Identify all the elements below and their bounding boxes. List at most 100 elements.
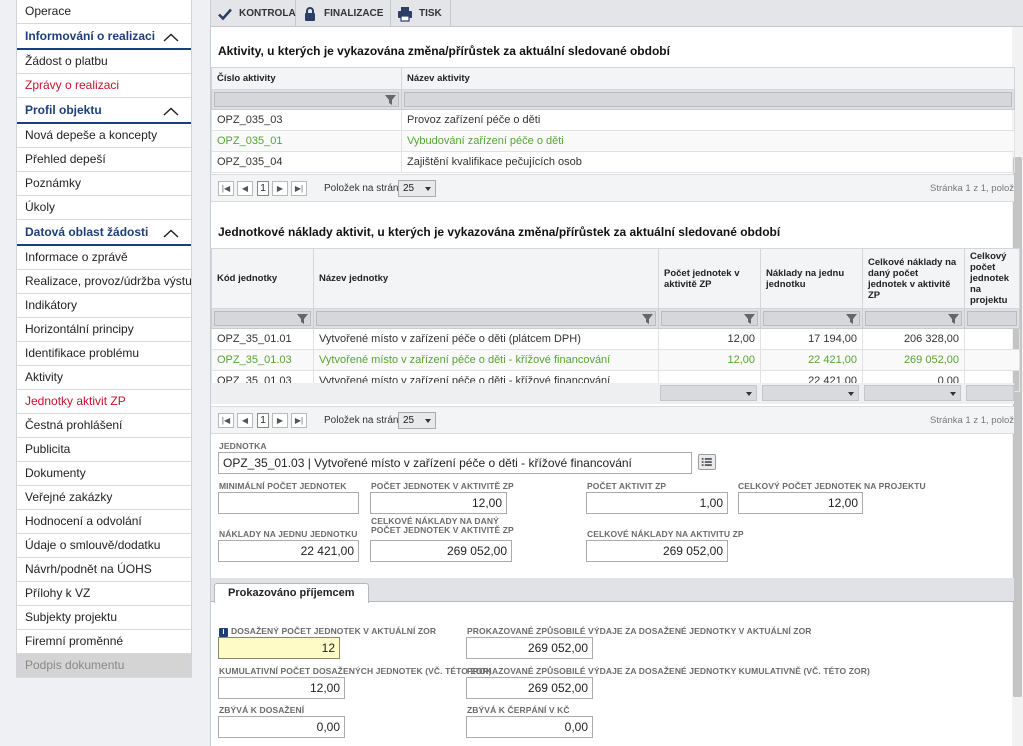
tisk-button[interactable]: TISK <box>391 0 451 27</box>
next-page-button[interactable]: ▶ <box>272 181 288 196</box>
achieved-count-field[interactable]: 12 <box>218 637 340 659</box>
sidebar-item-label: Návrh/podnět na ÚOHS <box>25 562 152 576</box>
sidebar-item-zadost-o-platbu[interactable]: Žádost o platbu <box>17 50 191 74</box>
last-page-button[interactable]: ▶| <box>291 181 307 196</box>
sidebar-item-dokumenty[interactable]: Dokumenty <box>17 462 191 486</box>
prev-page-button[interactable]: ◀ <box>237 181 253 196</box>
col-header-name[interactable]: Název aktivity <box>401 67 1015 90</box>
page-number[interactable]: 1 <box>257 413 269 428</box>
total-cost-field[interactable]: 269 052,00 <box>370 540 512 562</box>
filter-input[interactable] <box>763 311 860 326</box>
page-number[interactable]: 1 <box>257 181 269 196</box>
sidebar-item-prilohy-k-vz[interactable]: Přílohy k VZ <box>17 582 191 606</box>
sidebar-section-profil-objektu[interactable]: Profil objektu <box>17 98 191 124</box>
project-count-field[interactable]: 12,00 <box>738 492 863 514</box>
filter-input[interactable] <box>404 92 1012 107</box>
funnel-icon[interactable] <box>642 314 653 324</box>
sidebar-item-poznamky[interactable]: Poznámky <box>17 172 191 196</box>
summary-select[interactable] <box>762 385 859 401</box>
col-header-unit-name[interactable]: Název jednotky <box>313 248 659 309</box>
sidebar-item-horizontalni-principy[interactable]: Horizontální principy <box>17 318 191 342</box>
sidebar-item-nova-depese-a-koncepty[interactable]: Nová depeše a koncepty <box>17 124 191 148</box>
filter-input[interactable] <box>214 311 311 326</box>
sidebar-item-publicita[interactable]: Publicita <box>17 438 191 462</box>
summary-select[interactable] <box>864 385 961 401</box>
unit-count-field[interactable]: 12,00 <box>370 492 507 514</box>
scrollbar-thumb[interactable] <box>1013 157 1022 697</box>
expenses-field[interactable]: 269 052,00 <box>466 637 593 659</box>
funnel-icon[interactable] <box>846 314 857 324</box>
kontrola-button[interactable]: KONTROLA <box>211 0 296 27</box>
min-count-field[interactable] <box>218 492 359 514</box>
activity-count-field[interactable]: 1,00 <box>586 492 728 514</box>
sidebar-item-subjekty-projektu[interactable]: Subjekty projektu <box>17 606 191 630</box>
chevron-up-icon[interactable] <box>163 107 179 116</box>
jednotka-field[interactable]: OPZ_35_01.03 | Vytvořené místo v zařízen… <box>218 452 692 474</box>
tab-prokazovano[interactable]: Prokazováno příjemcem <box>214 583 369 603</box>
sidebar-item-indikatory[interactable]: Indikátory <box>17 294 191 318</box>
col-header-code[interactable]: Číslo aktivity <box>211 67 402 90</box>
funnel-icon[interactable] <box>385 95 396 105</box>
info-icon[interactable]: i <box>219 628 228 637</box>
filter-input[interactable] <box>865 311 962 326</box>
sidebar-item-jednotky-aktivit-zp[interactable]: Jednotky aktivit ZP <box>17 390 191 414</box>
sidebar-item-prehled-depesi[interactable]: Přehled depeší <box>17 148 191 172</box>
col-header-unit-count[interactable]: Počet jednotek v aktivitě ZP <box>658 248 761 309</box>
table-row[interactable]: OPZ_035_01 Vybudování zařízení péče o dět… <box>211 130 1015 152</box>
table-row[interactable]: OPZ_35_01.03 Vytvořené místo v zařízení p… <box>211 349 1020 371</box>
sidebar-item-label: Publicita <box>25 442 71 456</box>
sidebar-item-udaje-o-smlouve-dodatku[interactable]: Údaje o smlouvě/dodatku <box>17 534 191 558</box>
funnel-icon[interactable] <box>948 314 959 324</box>
prev-page-button[interactable]: ◀ <box>237 413 253 428</box>
sidebar-item-operace[interactable]: Operace <box>17 0 191 24</box>
activity-total-field[interactable]: 269 052,00 <box>586 540 728 562</box>
next-page-button[interactable]: ▶ <box>272 413 288 428</box>
summary-select[interactable] <box>966 385 1014 401</box>
sidebar-item-navrh-podnet-na-uohs[interactable]: Návrh/podnět na ÚOHS <box>17 558 191 582</box>
col-header-unit-proj[interactable]: Celkový počet jednotek na projektu <box>964 248 1020 309</box>
chevron-up-icon[interactable] <box>163 229 179 238</box>
per-page-select[interactable]: 25 <box>398 180 436 197</box>
first-page-button[interactable]: |◀ <box>218 413 234 428</box>
sidebar-section-datova-oblast-zadosti[interactable]: Datová oblast žádosti <box>17 220 191 246</box>
filter-input[interactable] <box>967 311 1017 326</box>
funnel-icon[interactable] <box>297 314 308 324</box>
filter-input[interactable] <box>661 311 758 326</box>
table-row[interactable]: OPZ_035_04 Zajištění kvalifikace pečující… <box>211 151 1015 173</box>
cumulative-expenses-field[interactable]: 269 052,00 <box>466 677 593 699</box>
per-page-select[interactable]: 25 <box>398 412 436 429</box>
remaining-field[interactable]: 0,00 <box>218 716 345 738</box>
remaining-kc-field[interactable]: 0,00 <box>466 716 593 738</box>
filter-input[interactable] <box>316 311 656 326</box>
table-row[interactable]: OPZ_35_01.01 Vytvořené místo v zařízení p… <box>211 328 1020 350</box>
finalizace-button[interactable]: FINALIZACE <box>296 0 391 27</box>
summary-select[interactable] <box>660 385 757 401</box>
sidebar-item-informace-o-zprave[interactable]: Informace o zprávě <box>17 246 191 270</box>
chevron-up-icon[interactable] <box>163 33 179 42</box>
sidebar-section-informovani-o-realizaci[interactable]: Informování o realizaci <box>17 24 191 50</box>
filter-input[interactable] <box>214 92 399 107</box>
list-button[interactable] <box>698 454 716 470</box>
sidebar-item-realizace-provoz-udrzba-vystupu[interactable]: Realizace, provoz/údržba výstupu <box>17 270 191 294</box>
sidebar-item-aktivity[interactable]: Aktivity <box>17 366 191 390</box>
unit-cost-field[interactable]: 22 421,00 <box>218 540 359 562</box>
sidebar-item-ukoly[interactable]: Úkoly <box>17 196 191 220</box>
col-header-unit-cost[interactable]: Náklady na jednu jednotku <box>760 248 863 309</box>
cumulative-count-field[interactable]: 12,00 <box>218 677 345 699</box>
sidebar-item-firemni-promenne[interactable]: Firemní proměnné <box>17 630 191 654</box>
cumulative-count-label: KUMULATIVNÍ POČET DOSAŽENÝCH JEDNOTEK (V… <box>219 666 492 676</box>
col-header-unit-total[interactable]: Celkové náklady na daný počet jednotek v… <box>862 248 965 309</box>
col-header-unit-code[interactable]: Kód jednotky <box>211 248 314 309</box>
first-page-button[interactable]: |◀ <box>218 181 234 196</box>
last-page-button[interactable]: ▶| <box>291 413 307 428</box>
sidebar-item-hodnoceni-a-odvolani[interactable]: Hodnocení a odvolání <box>17 510 191 534</box>
sidebar-item-zpravy-o-realizaci[interactable]: Zprávy o realizaci <box>17 74 191 98</box>
sidebar-item-verejne-zakazky[interactable]: Veřejné zakázky <box>17 486 191 510</box>
sidebar-item-identifikace-problemu[interactable]: Identifikace problému <box>17 342 191 366</box>
cell-unit-name: Vytvořené místo v zařízení péče o děti (… <box>313 328 659 350</box>
cell-activity-name: Provoz zařízení péče o děti <box>401 109 1015 131</box>
sidebar-item-label: Operace <box>25 4 72 18</box>
funnel-icon[interactable] <box>744 314 755 324</box>
sidebar-item-cestna-prohlaseni[interactable]: Čestná prohlášení <box>17 414 191 438</box>
table-row[interactable]: OPZ_035_03 Provoz zařízení péče o děti <box>211 109 1015 131</box>
